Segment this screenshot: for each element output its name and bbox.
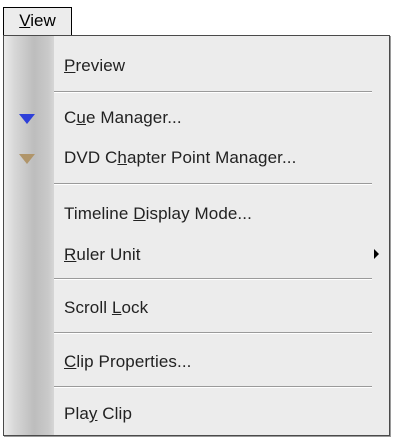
view-menu-label-post: iew: [30, 11, 56, 30]
menu-separator: [54, 183, 372, 185]
menu-item-preview[interactable]: Preview: [4, 46, 389, 86]
menu-item-label: Scroll Lock: [64, 298, 149, 317]
menu-item-label: Clip Properties...: [64, 352, 192, 371]
menu-item-label: DVD Chapter Point Manager...: [64, 148, 297, 167]
menu-item-timeline-display-mode[interactable]: Timeline Display Mode...: [4, 194, 389, 234]
menu-item-label: Cue Manager...: [64, 108, 182, 127]
menu-item-scroll-lock[interactable]: Scroll Lock: [4, 288, 389, 328]
menu-separator: [54, 332, 372, 334]
menu-item-label: Play Clip: [64, 404, 132, 423]
menu-item-play-clip[interactable]: Play Clip: [4, 394, 389, 434]
menu-bar: View: [0, 0, 394, 38]
view-menu-mnemonic: V: [19, 11, 31, 30]
menu-item-clip-properties[interactable]: Clip Properties...: [4, 342, 389, 382]
menu-separator: [54, 91, 372, 93]
menu-item-dvd-chapter-point-manager[interactable]: DVD Chapter Point Manager...: [4, 138, 389, 178]
view-dropdown-menu: Preview Cue Manager... DVD Chapter Point…: [3, 35, 390, 436]
menu-separator: [54, 278, 372, 280]
menu-item-cue-manager[interactable]: Cue Manager...: [4, 98, 389, 138]
chapter-marker-icon: [19, 154, 35, 164]
cue-marker-icon: [19, 114, 35, 124]
menu-item-ruler-unit[interactable]: Ruler Unit: [4, 235, 389, 275]
menu-separator: [54, 386, 372, 388]
view-menu[interactable]: View: [3, 7, 72, 35]
menu-item-label: Ruler Unit: [64, 245, 141, 264]
menu-item-label: Preview: [64, 56, 126, 75]
submenu-arrow-icon: [374, 249, 379, 259]
menu-item-label: Timeline Display Mode...: [64, 204, 252, 223]
